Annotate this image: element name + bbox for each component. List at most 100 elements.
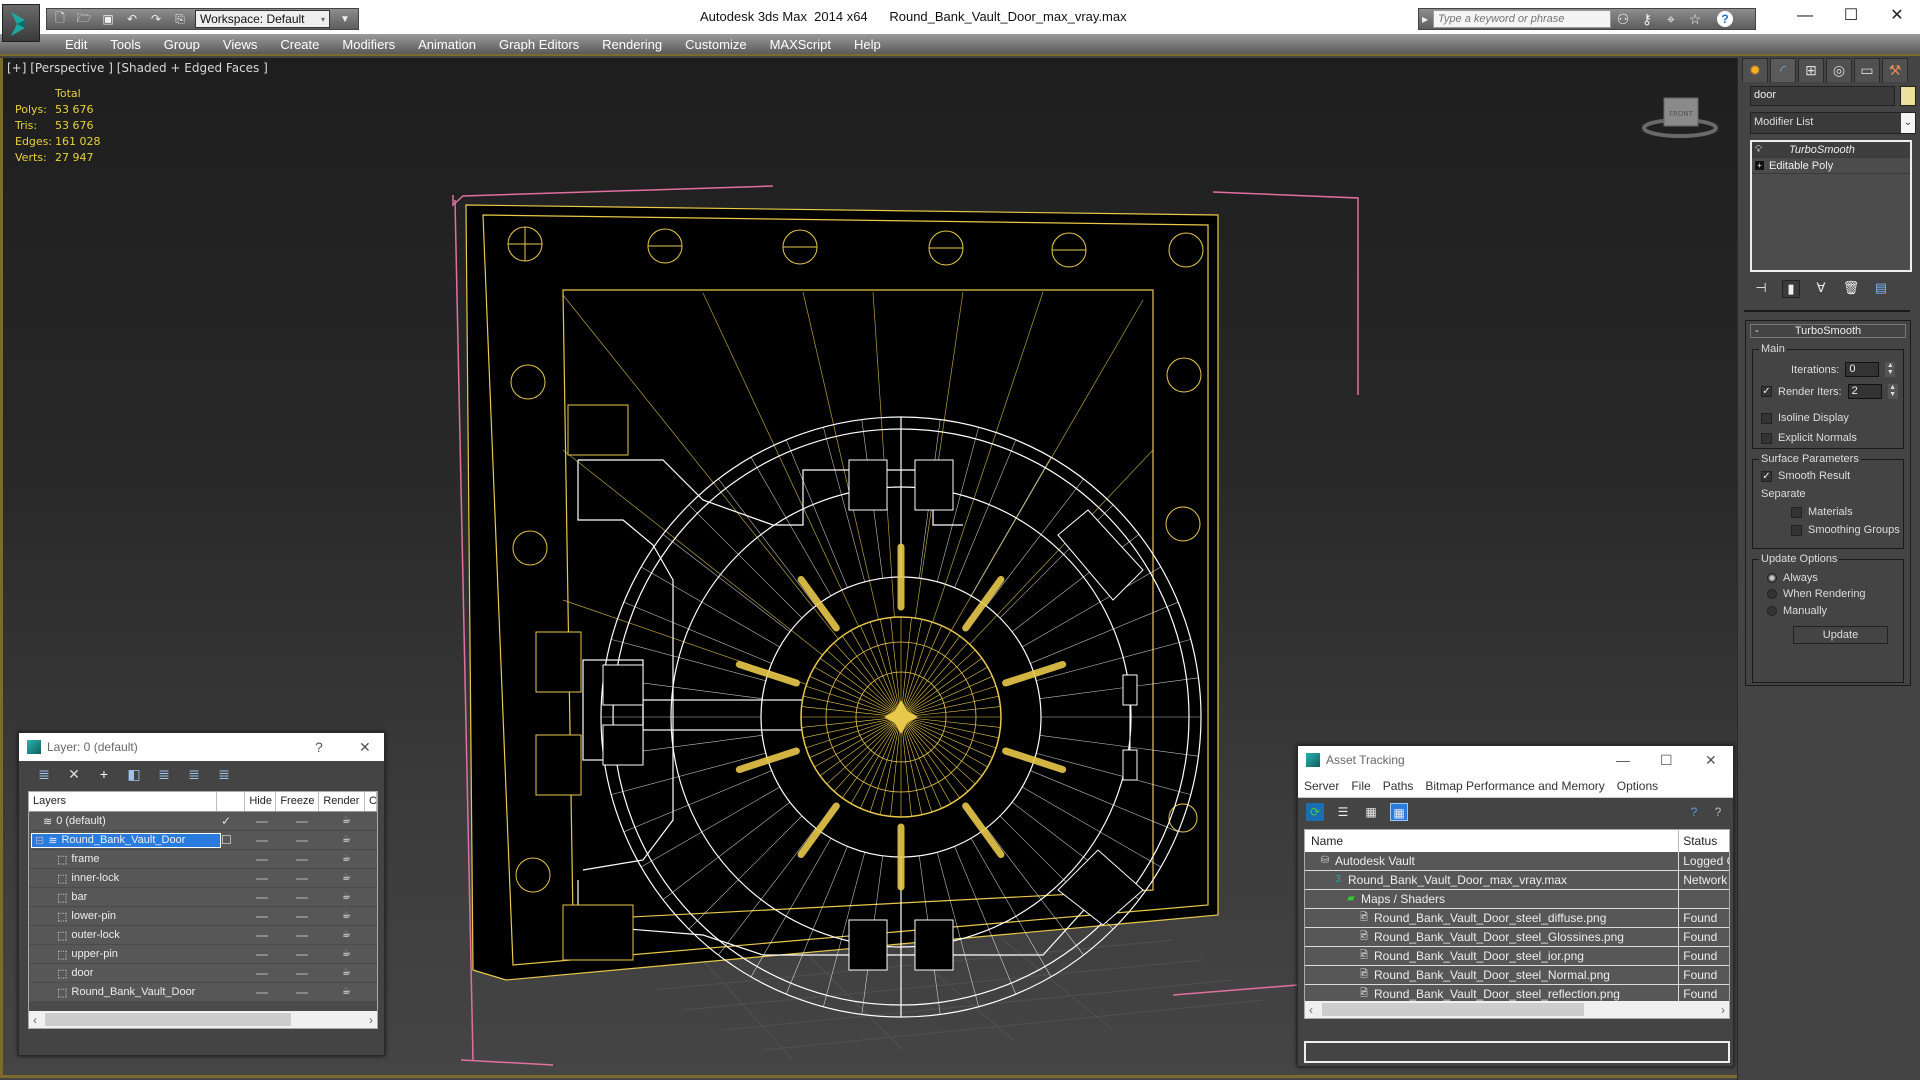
- asset-horizontal-scrollbar[interactable]: ‹ ›: [1305, 1001, 1729, 1018]
- spinner-arrows[interactable]: ▲ ▼: [1887, 384, 1898, 399]
- hide-toggle[interactable]: [256, 916, 268, 918]
- project-folder-icon[interactable]: ⎘: [171, 11, 189, 27]
- always-radio[interactable]: [1767, 573, 1777, 583]
- hierarchy-tab[interactable]: ⊞: [1798, 58, 1824, 82]
- smoothing-groups-checkbox[interactable]: [1791, 524, 1802, 536]
- scroll-right-icon[interactable]: ›: [369, 1013, 373, 1027]
- close-button[interactable]: ✕: [359, 739, 371, 756]
- layer-name-cell[interactable]: ⬚ frame: [57, 853, 100, 866]
- iterations-spinner[interactable]: 0: [1845, 362, 1880, 377]
- layer-row[interactable]: ⬚ frame ☕︎: [29, 850, 377, 869]
- render-teapot-icon[interactable]: ☕︎: [342, 815, 351, 826]
- layer-name-cell[interactable]: ⬚ Round_Bank_Vault_Door: [57, 986, 195, 999]
- undo-icon[interactable]: ↶: [123, 11, 141, 27]
- asset-row[interactable]: 3 Round_Bank_Vault_Door_max_vray.max Netwo…: [1305, 871, 1729, 890]
- active-layer-check-icon[interactable]: ✓: [221, 814, 231, 828]
- layer-row[interactable]: ⬚ bar ☕︎: [29, 888, 377, 907]
- menu-modifiers[interactable]: Modifiers: [332, 34, 408, 54]
- close-button[interactable]: ✕: [1705, 752, 1717, 769]
- render-teapot-icon[interactable]: ☕︎: [342, 872, 351, 883]
- select-objects-icon[interactable]: ◧: [125, 765, 143, 783]
- layer-dialog-titlebar[interactable]: Layer: 0 (default) ? ✕: [19, 733, 384, 761]
- layer-row[interactable]: ≋ 0 (default) ✓ ☕︎: [29, 812, 377, 831]
- hide-toggle[interactable]: [256, 992, 268, 994]
- hide-toggle[interactable]: [256, 897, 268, 899]
- create-tab[interactable]: ✹: [1742, 58, 1768, 82]
- search-input[interactable]: [1433, 10, 1611, 28]
- layer-row[interactable]: ⬚ outer-lock ☕︎: [29, 926, 377, 945]
- binoculars-icon[interactable]: ⚇: [1611, 11, 1635, 28]
- layer-row[interactable]: ⊟ ≋ Round_Bank_Vault_Door ☐ ☕︎: [29, 831, 377, 850]
- display-tab[interactable]: ▭: [1854, 58, 1880, 82]
- menu-customize[interactable]: Customize: [675, 34, 759, 54]
- minimize-button[interactable]: —: [1782, 4, 1828, 28]
- when-rendering-radio[interactable]: [1767, 589, 1777, 599]
- qat-customize-icon[interactable]: ▼: [336, 11, 354, 27]
- set-active-layer-box[interactable]: ☐: [221, 833, 232, 847]
- asset-dialog-titlebar[interactable]: Asset Tracking — ☐ ✕: [1298, 746, 1733, 774]
- hide-toggle[interactable]: [256, 935, 268, 937]
- layer-name-cell[interactable]: ⬚ lower-pin: [57, 910, 116, 923]
- asset-row[interactable]: 🖻 Round_Bank_Vault_Door_steel_Glossines.p…: [1305, 928, 1729, 947]
- expand-search-icon[interactable]: ▶: [1422, 15, 1428, 24]
- menu-views[interactable]: Views: [213, 34, 270, 54]
- star-icon[interactable]: ☆: [1683, 11, 1707, 28]
- open-file-icon[interactable]: 🗁: [75, 11, 93, 27]
- refresh-icon[interactable]: ⟳: [1306, 803, 1324, 821]
- delete-layer-icon[interactable]: ✕: [65, 765, 83, 783]
- asset-menu-options[interactable]: Options: [1611, 779, 1664, 793]
- redo-icon[interactable]: ↷: [147, 11, 165, 27]
- new-file-icon[interactable]: 🗋: [51, 11, 69, 27]
- modify-tab[interactable]: ◜: [1770, 58, 1796, 82]
- freeze-toggle[interactable]: [296, 821, 308, 823]
- asset-menu-paths[interactable]: Paths: [1377, 779, 1420, 793]
- scroll-thumb[interactable]: [45, 1013, 291, 1026]
- table-view-icon[interactable]: ▦: [1390, 803, 1408, 821]
- render-iters-spinner[interactable]: 2: [1847, 384, 1882, 399]
- hide-toggle[interactable]: [256, 821, 268, 823]
- collapse-icon[interactable]: ⊟: [35, 834, 44, 847]
- configure-modifier-sets-icon[interactable]: ▤: [1872, 280, 1890, 298]
- freeze-toggle[interactable]: [296, 840, 308, 842]
- asset-menu-bitmap[interactable]: Bitmap Performance and Memory: [1419, 779, 1610, 793]
- tree-view-icon[interactable]: ▦: [1362, 803, 1380, 821]
- maximize-button[interactable]: ☐: [1660, 752, 1673, 769]
- hide-toggle[interactable]: [256, 859, 268, 861]
- layer-name-cell[interactable]: ⬚ upper-pin: [57, 948, 118, 961]
- layer-row[interactable]: ⬚ door ☕︎: [29, 964, 377, 983]
- stack-item-editable-poly[interactable]: + Editable Poly: [1752, 158, 1910, 174]
- hide-toggle[interactable]: [256, 973, 268, 975]
- col-hide[interactable]: Hide: [245, 792, 277, 811]
- freeze-toggle[interactable]: [296, 992, 308, 994]
- menu-tools[interactable]: Tools: [100, 34, 153, 54]
- workspace-dropdown[interactable]: Workspace: Default ▾: [195, 10, 330, 28]
- freeze-toggle[interactable]: [296, 897, 308, 899]
- col-name[interactable]: Name: [1305, 830, 1680, 852]
- render-teapot-icon[interactable]: ☕︎: [342, 929, 351, 940]
- asset-menu-file[interactable]: File: [1345, 779, 1376, 793]
- col-freeze[interactable]: Freeze: [276, 792, 320, 811]
- maximize-button[interactable]: ☐: [1828, 4, 1874, 28]
- vault-help-icon[interactable]: ?: [1685, 803, 1703, 821]
- asset-path-field[interactable]: [1304, 1041, 1730, 1063]
- asset-row[interactable]: ▰ Maps / Shaders: [1305, 890, 1729, 909]
- hide-toggle[interactable]: [256, 840, 268, 842]
- scroll-left-icon[interactable]: ‹: [1309, 1003, 1313, 1017]
- utilities-tab[interactable]: ⚒: [1882, 58, 1908, 82]
- expand-icon[interactable]: +: [1755, 161, 1764, 170]
- pin-stack-icon[interactable]: ⊣: [1752, 280, 1770, 298]
- menu-maxscript[interactable]: MAXScript: [760, 34, 844, 54]
- layer-row[interactable]: ⬚ upper-pin ☕︎: [29, 945, 377, 964]
- materials-checkbox[interactable]: [1791, 506, 1802, 518]
- remove-modifier-icon[interactable]: 🗑︎: [1842, 280, 1860, 298]
- motion-tab[interactable]: ◎: [1826, 58, 1852, 82]
- help-button[interactable]: ?: [315, 739, 323, 755]
- hide-toggle[interactable]: [256, 954, 268, 956]
- save-icon[interactable]: ▣: [99, 11, 117, 27]
- freeze-toggle[interactable]: [296, 916, 308, 918]
- smooth-result-checkbox[interactable]: ✓: [1761, 470, 1772, 482]
- vault-info-icon[interactable]: ?: [1709, 803, 1727, 821]
- manually-radio[interactable]: [1767, 606, 1777, 616]
- asset-row[interactable]: 🖻 Round_Bank_Vault_Door_steel_Normal.png F…: [1305, 966, 1729, 985]
- show-end-result-icon[interactable]: ▮: [1782, 280, 1800, 298]
